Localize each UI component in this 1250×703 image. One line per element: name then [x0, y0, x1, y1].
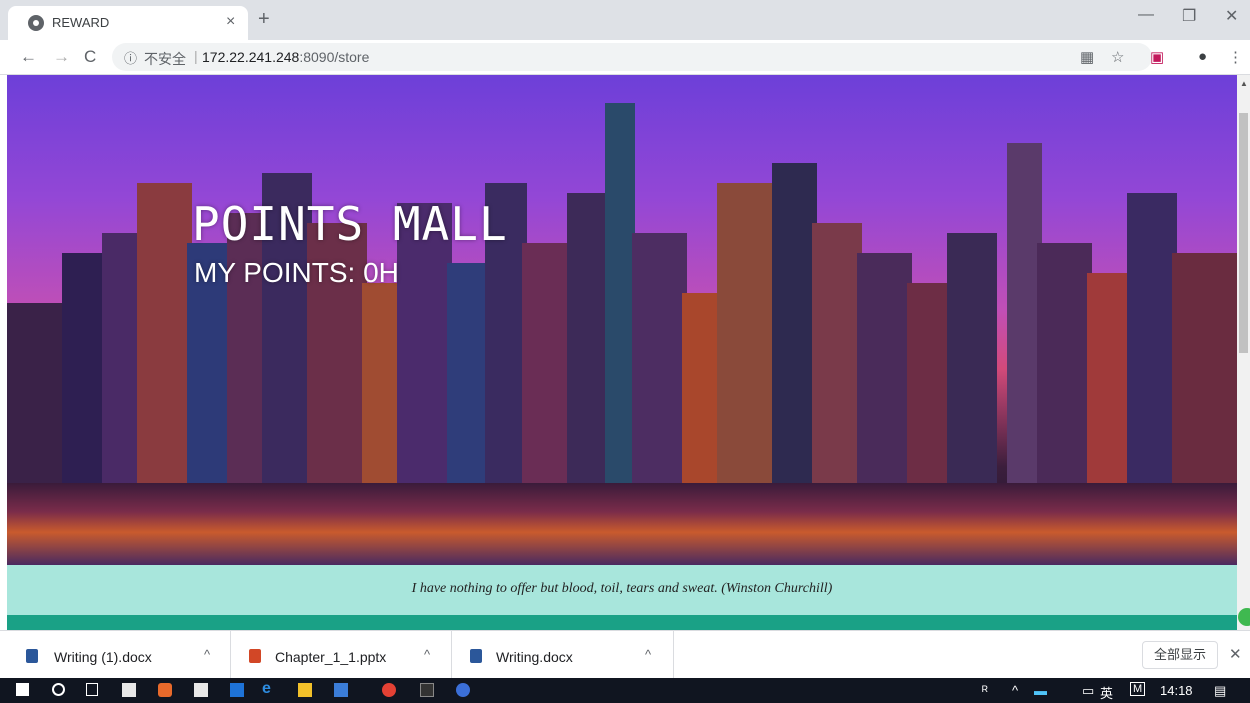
browser-toolbar: ← → C ⓘ 不安全 | 172.22.241.248:8090/store …	[0, 40, 1250, 75]
teal-divider	[7, 615, 1237, 630]
globe-icon	[28, 15, 44, 31]
address-separator: |	[194, 48, 198, 64]
terminal-icon[interactable]	[420, 683, 434, 697]
windows-taskbar: e ᴿ ^ ▬ ▭ 英 M 14:18 ▤	[0, 678, 1250, 703]
chat-bubble-icon[interactable]	[1238, 608, 1250, 626]
mail-icon[interactable]	[194, 683, 208, 697]
vertical-scrollbar[interactable]: ▲	[1237, 75, 1250, 630]
bookmark-star-icon[interactable]: ☆	[1111, 48, 1124, 66]
security-label: 不安全	[144, 51, 186, 67]
forward-button[interactable]: →	[53, 47, 70, 67]
quote-text: I have nothing to offer but blood, toil,…	[411, 581, 833, 596]
powerpoint-icon	[249, 649, 261, 663]
back-button[interactable]: ←	[20, 47, 37, 67]
ime-indicator[interactable]: 英	[1100, 683, 1113, 702]
minimize-button[interactable]: —	[1138, 6, 1154, 24]
download-item[interactable]: Writing.docx ^	[452, 631, 674, 679]
download-filename: Writing (1).docx	[54, 649, 152, 665]
edge-icon[interactable]: e	[262, 680, 276, 697]
explorer-icon[interactable]	[298, 683, 312, 697]
clock-time[interactable]: 14:18	[1160, 683, 1193, 698]
close-downloads-icon[interactable]: ✕	[1229, 645, 1242, 663]
address-url[interactable]: 172.22.241.248:8090/store	[202, 49, 369, 65]
message-icon[interactable]: ▬	[1034, 683, 1047, 698]
show-all-button[interactable]: 全部显示	[1142, 641, 1218, 669]
address-host: 172.22.241.248	[202, 49, 300, 65]
app-icon[interactable]	[334, 683, 348, 697]
new-tab-button[interactable]: +	[258, 8, 270, 31]
task-view-icon[interactable]	[86, 683, 98, 696]
keyboard-icon[interactable]: ▭	[1082, 683, 1094, 699]
office-icon[interactable]	[158, 683, 172, 697]
notifications-icon[interactable]: ▤	[1214, 683, 1226, 699]
chevron-up-icon[interactable]: ^	[1012, 683, 1018, 698]
windows-start-icon[interactable]	[16, 683, 29, 696]
word-doc-icon	[26, 649, 38, 663]
water-reflection	[7, 483, 1237, 565]
app-icon[interactable]	[456, 683, 470, 697]
quote-bar: I have nothing to offer but blood, toil,…	[7, 565, 1237, 615]
menu-icon[interactable]: ⋮	[1228, 48, 1243, 66]
window-close-button[interactable]: ✕	[1225, 6, 1238, 26]
translate-icon[interactable]: ▦	[1080, 48, 1094, 66]
tab-strip: REWARD × + — ❐ ✕	[0, 0, 1250, 40]
app-icon[interactable]	[230, 683, 244, 697]
people-icon[interactable]: ᴿ	[982, 683, 988, 698]
points-balance: MY POINTS: 0H	[194, 257, 399, 288]
cortana-icon[interactable]	[52, 683, 65, 696]
scroll-thumb[interactable]	[1239, 113, 1248, 353]
download-filename: Chapter_1_1.pptx	[275, 649, 387, 665]
downloads-bar: Writing (1).docx ^ Chapter_1_1.pptx ^ Wr…	[0, 630, 1250, 679]
address-port-path: :8090/store	[299, 49, 370, 65]
page-title: POINTS MALL	[192, 197, 508, 251]
chevron-up-icon[interactable]: ^	[424, 647, 430, 662]
tab-reward[interactable]: REWARD ×	[8, 6, 248, 40]
download-item[interactable]: Chapter_1_1.pptx ^	[231, 631, 452, 679]
ime-mode-icon[interactable]: M	[1130, 682, 1146, 696]
tab-close-icon[interactable]: ×	[226, 13, 235, 31]
download-filename: Writing.docx	[496, 649, 573, 665]
chevron-up-icon[interactable]: ^	[204, 647, 210, 662]
chrome-icon[interactable]	[382, 683, 396, 697]
hero-banner: POINTS MALL MY POINTS: 0H	[7, 75, 1237, 565]
scroll-up-icon[interactable]: ▲	[1240, 79, 1248, 88]
page-content: POINTS MALL MY POINTS: 0H I have nothing…	[7, 75, 1237, 630]
word-doc-icon	[470, 649, 482, 663]
account-icon[interactable]: ●	[1198, 48, 1207, 65]
store-icon[interactable]	[122, 683, 136, 697]
restore-button[interactable]: ❐	[1182, 6, 1196, 26]
tab-title: REWARD	[52, 15, 110, 30]
download-item[interactable]: Writing (1).docx ^	[0, 631, 231, 679]
address-bar[interactable]: ⓘ 不安全 | 172.22.241.248:8090/store	[112, 43, 1152, 71]
reload-button[interactable]: C	[84, 47, 96, 67]
chevron-up-icon[interactable]: ^	[645, 647, 651, 662]
extension-icon[interactable]: ▣	[1150, 48, 1164, 66]
info-icon[interactable]: ⓘ	[124, 48, 140, 66]
